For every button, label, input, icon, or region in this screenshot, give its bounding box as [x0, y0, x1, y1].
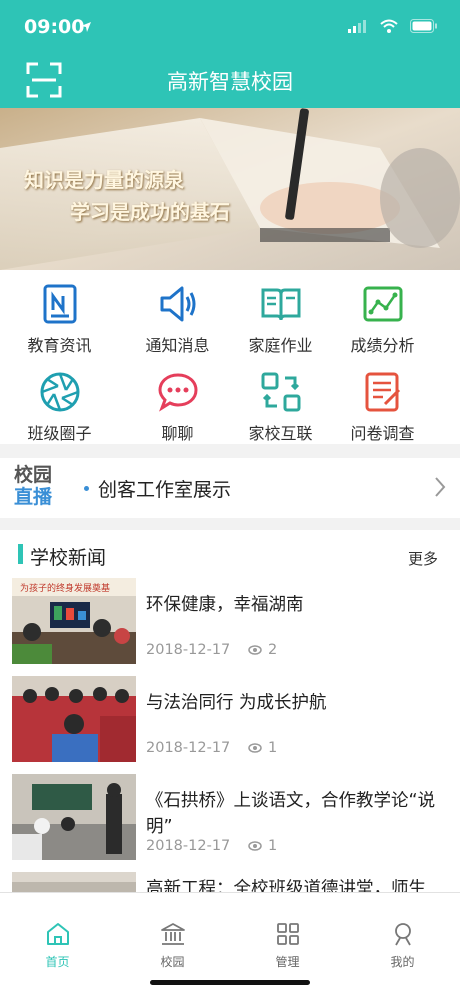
connect-icon — [261, 372, 301, 412]
live-badge: 校园 直播 — [14, 464, 64, 508]
news-item-views: 1 — [248, 740, 277, 756]
news-item-title: 环保健康，幸福湖南 — [146, 595, 304, 615]
news-icon — [43, 284, 77, 324]
menu-label: 家庭作业 — [248, 336, 313, 355]
app-header: 09:00 高新智慧校园 — [0, 0, 460, 108]
view-count: 1 — [268, 838, 278, 854]
thumb-caption: 为孩子的终身发展奠基 — [20, 582, 110, 594]
menu-item-notifications[interactable]: 通知消息 — [120, 274, 235, 360]
menu-label: 家校互联 — [248, 424, 313, 443]
menu-label: 问卷调查 — [350, 424, 415, 443]
live-badge-top: 校园 — [14, 464, 53, 486]
view-count: 1 — [268, 740, 278, 756]
chart-icon — [363, 286, 403, 322]
menu-label: 班级圈子 — [27, 424, 92, 443]
speaker-icon — [160, 286, 196, 322]
live-badge-bottom: 直播 — [14, 486, 53, 508]
banner-line-1: 知识是力量的源泉 — [24, 168, 184, 192]
news-thumbnail: 为孩子的终身发展奠基 — [12, 578, 136, 664]
eye-icon — [248, 645, 262, 655]
menu-item-grade-analysis[interactable]: 成绩分析 — [325, 274, 440, 360]
menu-label: 通知消息 — [145, 336, 210, 355]
book-icon — [261, 288, 301, 321]
eye-icon — [248, 841, 262, 851]
banner-line-2: 学习是成功的基石 — [70, 200, 230, 224]
news-item[interactable]: 高新工程：全校班级道德讲堂，师生 — [0, 872, 460, 892]
status-bar: 09:00 — [0, 0, 460, 52]
news-item[interactable]: 《石拱桥》上谈语文，合作教学论“说明” 2018-12-17 1 — [0, 774, 460, 872]
news-item-date: 2018-12-17 — [146, 740, 231, 756]
campus-icon — [161, 923, 185, 945]
status-icons — [348, 19, 438, 33]
menu-label: 聊聊 — [161, 424, 194, 443]
status-time: 09:00 — [24, 16, 85, 38]
campus-live-bar[interactable]: 校园 直播 创客工作室展示 — [0, 458, 460, 518]
signal-icon — [348, 20, 366, 33]
news-thumbnail — [12, 676, 136, 762]
news-thumbnail — [12, 774, 136, 860]
news-item-views: 2 — [248, 642, 277, 658]
news-header: 学校新闻 更多 — [0, 530, 460, 578]
tab-label: 我的 — [390, 955, 415, 969]
location-arrow-icon — [81, 22, 91, 32]
menu-item-survey[interactable]: 问卷调查 — [325, 362, 440, 448]
grid-icon — [277, 923, 299, 945]
menu-label: 成绩分析 — [350, 336, 415, 355]
survey-icon — [365, 372, 401, 412]
tab-manage[interactable]: 管理 — [230, 893, 345, 973]
news-thumbnail — [12, 872, 136, 892]
tab-campus[interactable]: 校园 — [115, 893, 230, 973]
news-item-title: 《石拱桥》上谈语文，合作教学论“说明” — [146, 791, 436, 837]
menu-item-homework[interactable]: 家庭作业 — [223, 274, 338, 360]
chat-icon — [158, 373, 198, 412]
feature-grid: 教育资讯 通知消息 家庭作业 成绩分析 班级圈子 聊聊 家校互联 问卷调查 — [0, 270, 460, 444]
title-bar: 高新智慧校园 — [0, 52, 460, 108]
page-title: 高新智慧校园 — [167, 70, 293, 94]
news-item-date: 2018-12-17 — [146, 838, 231, 854]
home-indicator — [150, 980, 310, 985]
more-link[interactable]: 更多 — [408, 548, 438, 569]
menu-item-home-school[interactable]: 家校互联 — [223, 362, 338, 448]
battery-icon — [410, 19, 437, 33]
menu-item-class-circle[interactable]: 班级圈子 — [2, 362, 117, 448]
news-item-views: 1 — [248, 838, 277, 854]
menu-label: 教育资讯 — [27, 336, 92, 355]
news-item[interactable]: 与法治同行 为成长护航 2018-12-17 1 — [0, 676, 460, 774]
aperture-icon — [40, 372, 80, 412]
tab-label: 校园 — [160, 955, 185, 969]
user-icon — [395, 923, 411, 946]
school-news-section: 学校新闻 更多 为孩子的终身发展奠基 环保健康，幸福湖南 2018-12-17 … — [0, 530, 460, 892]
menu-item-chat[interactable]: 聊聊 — [120, 362, 235, 448]
news-item[interactable]: 为孩子的终身发展奠基 环保健康，幸福湖南 2018-12-17 2 — [0, 578, 460, 676]
news-item-title: 与法治同行 为成长护航 — [146, 693, 327, 713]
news-item-date: 2018-12-17 — [146, 642, 231, 658]
view-count: 2 — [268, 642, 278, 658]
chevron-right-icon[interactable] — [434, 476, 446, 498]
tab-label: 首页 — [45, 955, 70, 969]
tab-home[interactable]: 首页 — [0, 893, 115, 973]
home-icon — [47, 923, 69, 945]
bullet-dot — [84, 486, 89, 491]
section-accent-bar — [18, 544, 23, 564]
wifi-icon — [380, 19, 398, 33]
live-headline[interactable]: 创客工作室展示 — [98, 475, 231, 502]
news-section-title: 学校新闻 — [30, 547, 107, 569]
news-item-title: 高新工程：全校班级道德讲堂，师生 — [146, 879, 426, 892]
menu-item-education-news[interactable]: 教育资讯 — [2, 274, 117, 360]
banner-image[interactable]: 知识是力量的源泉 学习是成功的基石 — [0, 108, 460, 270]
tab-me[interactable]: 我的 — [345, 893, 460, 973]
tab-label: 管理 — [275, 955, 300, 969]
eye-icon — [248, 743, 262, 753]
